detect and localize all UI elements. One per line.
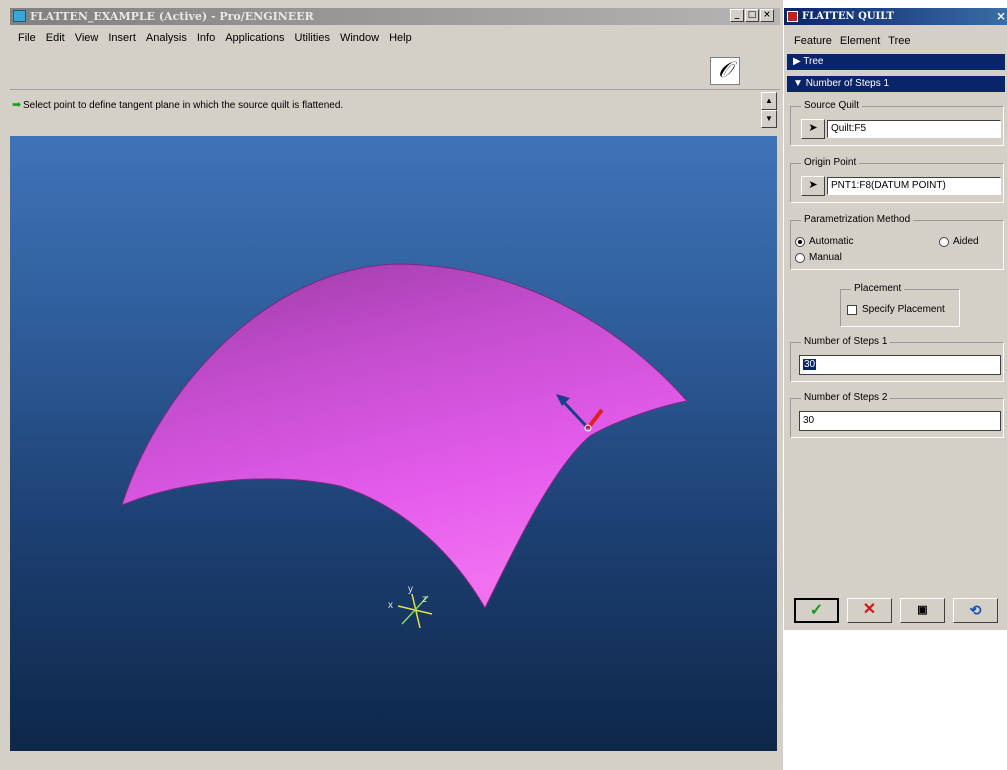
- window-titlebar: FLATTEN_EXAMPLE (Active) - Pro/ENGINEER …: [10, 8, 780, 25]
- close-button[interactable]: ×: [760, 9, 774, 22]
- menu-edit[interactable]: Edit: [46, 32, 65, 50]
- status-bar: [10, 752, 780, 770]
- dialog-actions: ✓ ✕ ▣ ⟲: [794, 598, 998, 623]
- menu-analysis[interactable]: Analysis: [146, 32, 187, 50]
- menu-applications[interactable]: Applications: [225, 32, 284, 50]
- dialog-close-icon[interactable]: ×: [996, 8, 1006, 25]
- toolbar-area: 𝒪: [10, 52, 780, 90]
- menu-tree[interactable]: Tree: [888, 35, 910, 47]
- window-title: FLATTEN_EXAMPLE (Active) - Pro/ENGINEER: [30, 10, 314, 23]
- radio-manual[interactable]: Manual: [795, 252, 842, 263]
- cancel-button[interactable]: ✕: [847, 598, 892, 623]
- checkbox-box[interactable]: [847, 304, 857, 315]
- coordinate-triad-icon: x y z: [388, 584, 433, 629]
- dialog-titlebar: FLATTEN QUILT ×: [784, 8, 1007, 25]
- parametrization-label: Parametrization Method: [801, 214, 914, 225]
- triangle-down-icon: ▼: [793, 78, 806, 89]
- source-quilt-group: Source Quilt ➤ Quilt:F5: [790, 100, 1004, 146]
- steps-section-header[interactable]: ▼ Number of Steps 1: [787, 76, 1005, 92]
- menu-insert[interactable]: Insert: [108, 32, 136, 50]
- tree-section-label: Tree: [803, 56, 824, 67]
- steps2-label: Number of Steps 2: [801, 392, 891, 403]
- menu-feature[interactable]: Feature: [794, 35, 832, 47]
- annotation-tool-icon[interactable]: 𝒪: [710, 57, 740, 85]
- checkmark-icon: ✓: [809, 602, 824, 619]
- radio-dot[interactable]: [939, 236, 949, 247]
- menu-file[interactable]: File: [18, 32, 36, 50]
- steps1-value: 30: [803, 359, 817, 370]
- app-icon: [13, 10, 26, 22]
- origin-point-select-button[interactable]: ➤: [801, 176, 825, 196]
- placement-label: Placement: [851, 283, 905, 294]
- specify-placement-label: Specify Placement: [862, 304, 945, 315]
- axis-label-x: x: [388, 600, 393, 611]
- menu-utilities[interactable]: Utilities: [295, 32, 330, 50]
- menu-element[interactable]: Element: [840, 35, 880, 47]
- message-scrollbar[interactable]: ▲ ▼: [761, 92, 777, 132]
- origin-point-label: Origin Point: [801, 157, 860, 168]
- steps2-input[interactable]: 30: [799, 411, 1001, 431]
- refresh-icon: ⟲: [969, 602, 982, 618]
- tree-section-header[interactable]: ▶ Tree: [787, 54, 1005, 70]
- pointer-arrow-icon: ➤: [808, 179, 818, 191]
- minimize-button[interactable]: _: [730, 9, 744, 22]
- maximize-button[interactable]: □: [745, 9, 759, 22]
- cross-icon: ✕: [862, 601, 877, 618]
- axis-label-z: z: [422, 594, 427, 605]
- radio-dot[interactable]: [795, 252, 805, 263]
- redo-button[interactable]: ⟲: [953, 598, 998, 623]
- flatten-quilt-dialog: FLATTEN QUILT × Feature Element Tree ▶ T…: [783, 8, 1007, 630]
- steps1-group: Number of Steps 1 30: [790, 336, 1004, 382]
- steps-section-label: Number of Steps 1: [805, 78, 890, 89]
- menu-help[interactable]: Help: [389, 32, 412, 50]
- menubar: File Edit View Insert Analysis Info Appl…: [10, 32, 412, 50]
- menu-view[interactable]: View: [75, 32, 99, 50]
- main-window: FLATTEN_EXAMPLE (Active) - Pro/ENGINEER …: [0, 0, 783, 770]
- quilt-surface[interactable]: [121, 263, 688, 610]
- steps1-input[interactable]: 30: [799, 355, 1001, 375]
- dialog-title: FLATTEN QUILT: [802, 11, 894, 22]
- steps2-group: Number of Steps 2 30: [790, 392, 1004, 438]
- radio-automatic-label: Automatic: [809, 236, 854, 247]
- triangle-right-icon: ▶: [793, 56, 804, 67]
- graphics-viewport[interactable]: x y z: [10, 136, 777, 751]
- placement-group: Placement Specify Placement: [840, 283, 960, 327]
- arrow-right-icon: ➡: [12, 99, 22, 111]
- message-text: Select point to define tangent plane in …: [23, 100, 344, 111]
- menu-info[interactable]: Info: [197, 32, 215, 50]
- preview-button[interactable]: ▣: [900, 598, 945, 623]
- window-controls: _ □ ×: [730, 9, 774, 22]
- preview-icon: ▣: [917, 604, 928, 616]
- origin-point-field[interactable]: PNT1:F8(DATUM POINT): [827, 177, 1001, 195]
- dialog-menubar: Feature Element Tree: [794, 35, 911, 47]
- radio-manual-label: Manual: [809, 252, 842, 263]
- steps1-label: Number of Steps 1: [801, 336, 891, 347]
- scroll-up-icon[interactable]: ▲: [761, 92, 777, 110]
- radio-aided[interactable]: Aided: [939, 236, 979, 247]
- dialog-icon: [787, 11, 798, 22]
- ok-button[interactable]: ✓: [794, 598, 839, 623]
- scroll-down-icon[interactable]: ▼: [761, 110, 777, 128]
- menu-window[interactable]: Window: [340, 32, 379, 50]
- model-canvas[interactable]: x y z: [10, 136, 777, 751]
- specify-placement-checkbox[interactable]: Specify Placement: [847, 304, 945, 315]
- radio-dot[interactable]: [795, 236, 805, 247]
- source-quilt-select-button[interactable]: ➤: [801, 119, 825, 139]
- radio-aided-label: Aided: [953, 236, 979, 247]
- source-quilt-label: Source Quilt: [801, 100, 863, 111]
- origin-point-group: Origin Point ➤ PNT1:F8(DATUM POINT): [790, 157, 1004, 203]
- radio-automatic[interactable]: Automatic: [795, 236, 853, 247]
- source-quilt-field[interactable]: Quilt:F5: [827, 120, 1001, 138]
- parametrization-group: Parametrization Method Automatic Aided M…: [790, 214, 1004, 270]
- axis-label-y: y: [408, 584, 413, 595]
- message-area: ➡ Select point to define tangent plane i…: [10, 92, 780, 132]
- pointer-arrow-icon: ➤: [808, 122, 818, 134]
